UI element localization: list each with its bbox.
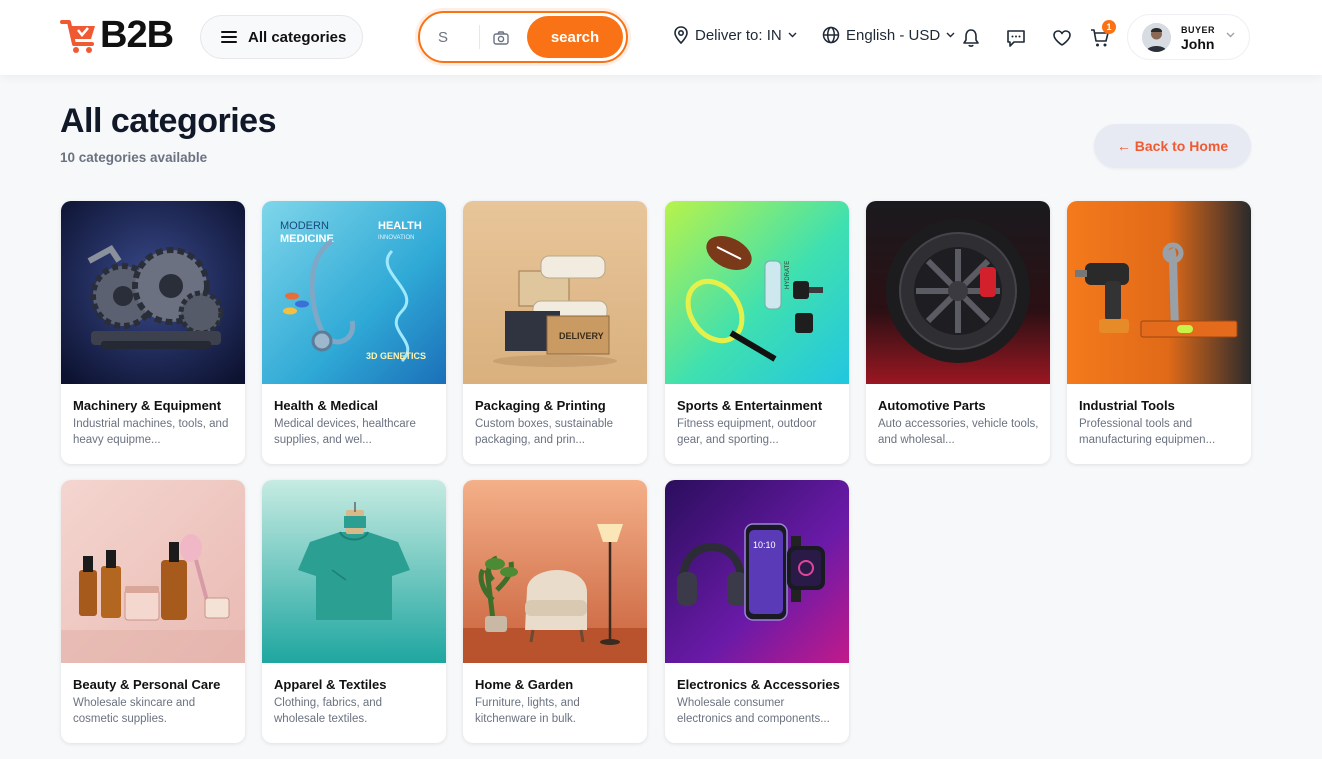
image-text-innovation: INNOVATION <box>378 235 414 241</box>
category-title: Electronics & Accessories <box>677 677 840 692</box>
category-card-industrial-tools[interactable]: Industrial Tools Professional tools and … <box>1067 201 1251 464</box>
category-title: Automotive Parts <box>878 398 986 413</box>
category-description: Medical devices, healthcare supplies, an… <box>274 418 416 446</box>
category-description: Professional tools and manufacturing equ… <box>1079 418 1216 446</box>
camera-icon[interactable] <box>490 27 512 49</box>
category-description: Wholesale skincare and cosmetic supplies… <box>73 697 196 725</box>
category-card-apparel[interactable]: Apparel & Textiles Clothing, fabrics, an… <box>262 480 446 743</box>
language-currency-selector[interactable]: English - USD <box>822 26 955 44</box>
search-input[interactable] <box>432 22 474 52</box>
category-description: Custom boxes, sustainable packaging, and… <box>475 418 614 446</box>
all-categories-button[interactable]: All categories <box>200 15 363 59</box>
category-image: 10:10 <box>665 480 849 663</box>
category-description: Industrial machines, tools, and heavy eq… <box>73 418 229 446</box>
image-text-time: 10:10 <box>753 540 776 550</box>
category-image <box>61 201 245 384</box>
image-text-health: HEALTH <box>378 220 422 232</box>
top-header: B2B All categories search Deliver to: IN <box>0 0 1322 75</box>
location-pin-icon <box>674 26 688 44</box>
heart-icon <box>1053 30 1071 46</box>
image-text-genetics: 3D GENETICS <box>366 351 426 361</box>
category-card-beauty[interactable]: Beauty & Personal Care Wholesale skincar… <box>61 480 245 743</box>
deliver-to-selector[interactable]: Deliver to: IN <box>673 26 797 44</box>
chat-icon <box>1007 29 1025 47</box>
user-menu[interactable]: BUYER John <box>1127 14 1250 60</box>
category-description: Furniture, lights, and kitchenware in bu… <box>475 697 580 725</box>
back-to-home-button[interactable]: ← Back to Home <box>1094 124 1251 168</box>
category-image <box>262 480 446 663</box>
category-image <box>1067 201 1251 384</box>
search-bar: search <box>418 11 628 63</box>
category-card-packaging[interactable]: DELIVERY Packaging & Printing Custom box… <box>463 201 647 464</box>
logo[interactable]: B2B <box>60 14 174 56</box>
category-card-automotive[interactable]: Automotive Parts Auto accessories, vehic… <box>866 201 1050 464</box>
chevron-down-icon <box>1226 32 1235 38</box>
chevron-down-icon <box>788 32 797 38</box>
category-description: Auto accessories, vehicle tools, and who… <box>878 418 1039 446</box>
category-card-home-garden[interactable]: Home & Garden Furniture, lights, and kit… <box>463 480 647 743</box>
wishlist-button[interactable] <box>1050 26 1074 50</box>
category-title: Apparel & Textiles <box>274 677 387 692</box>
category-title: Beauty & Personal Care <box>73 677 221 692</box>
all-categories-label: All categories <box>248 28 347 46</box>
avatar <box>1142 22 1171 52</box>
category-title: Sports & Entertainment <box>677 398 823 413</box>
search-divider <box>479 25 480 49</box>
image-text-delivery: DELIVERY <box>559 331 604 341</box>
chevron-down-icon <box>946 32 955 38</box>
menu-icon <box>221 31 237 43</box>
category-description: Fitness equipment, outdoor gear, and spo… <box>677 418 817 446</box>
category-card-electronics[interactable]: 10:10 Electronics & Accessories Wholesal… <box>665 480 849 743</box>
category-card-health[interactable]: MODERN MEDICINE HEALTH INNOVATION 3D GEN… <box>262 201 446 464</box>
deliver-to-label: Deliver to: IN <box>695 26 782 44</box>
category-title: Machinery & Equipment <box>73 398 222 413</box>
category-image <box>61 480 245 663</box>
category-title: Home & Garden <box>475 677 574 692</box>
user-role: BUYER <box>1181 25 1216 35</box>
image-text-hydrate: HYDRATE <box>785 261 791 289</box>
category-image <box>866 201 1050 384</box>
page-title: All categories <box>60 102 276 140</box>
search-button[interactable]: search <box>527 16 623 58</box>
cart-logo-icon <box>60 20 95 53</box>
language-label: English - USD <box>846 26 941 44</box>
category-image <box>463 480 647 663</box>
category-title: Health & Medical <box>274 398 379 413</box>
category-image: MODERN MEDICINE HEALTH INNOVATION 3D GEN… <box>262 201 446 384</box>
category-card-sports[interactable]: HYDRATE Sports & Entertainment Fitness e… <box>665 201 849 464</box>
notifications-button[interactable] <box>959 26 983 50</box>
category-image: DELIVERY <box>463 201 647 384</box>
categories-count: 10 categories available <box>60 150 208 165</box>
category-card-machinery[interactable]: Machinery & Equipment Industrial machine… <box>61 201 245 464</box>
category-image: HYDRATE <box>665 201 849 384</box>
cart-count-badge: 1 <box>1102 20 1116 34</box>
logo-text: B2B <box>100 14 174 56</box>
category-title: Packaging & Printing <box>475 398 606 413</box>
bell-icon <box>963 29 979 47</box>
category-description: Wholesale consumer electronics and compo… <box>677 697 830 725</box>
messages-button[interactable] <box>1004 26 1028 50</box>
user-name: John <box>1181 36 1215 52</box>
globe-icon <box>822 26 840 44</box>
cart-button[interactable]: 1 <box>1088 20 1116 50</box>
category-description: Clothing, fabrics, and wholesale textile… <box>274 697 383 725</box>
image-text-modern: MODERN <box>280 220 329 232</box>
category-title: Industrial Tools <box>1079 398 1175 413</box>
